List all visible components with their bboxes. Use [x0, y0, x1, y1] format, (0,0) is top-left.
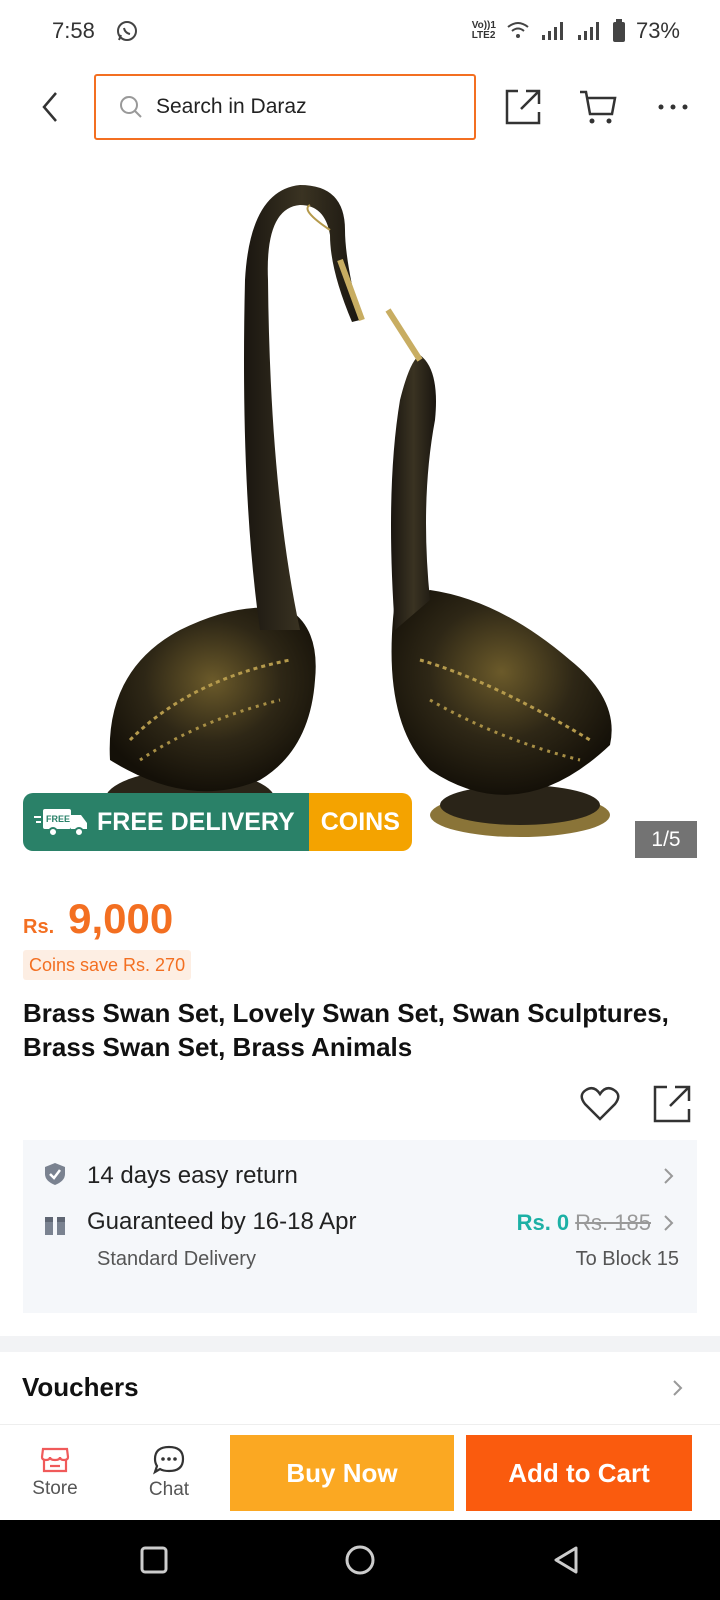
wifi-icon [507, 22, 529, 38]
delivery-fee: Rs. 0 Rs. 185 [517, 1210, 651, 1236]
status-bar: 7:58 Vo))1 LTE2 73% [0, 0, 720, 62]
signal-icon [541, 22, 563, 40]
add-to-cart-button[interactable]: Add to Cart [466, 1435, 692, 1511]
back-button[interactable] [30, 87, 70, 127]
home-button[interactable] [342, 1542, 378, 1578]
delivery-row[interactable]: Guaranteed by 16-18 Apr Rs. 0 Rs. 185 St… [23, 1204, 697, 1304]
whatsapp-icon [116, 21, 137, 41]
share-product-button[interactable] [650, 1082, 694, 1126]
image-counter: 1/5 [635, 821, 697, 858]
chat-icon [153, 1445, 185, 1475]
wishlist-button[interactable] [578, 1082, 622, 1126]
status-time: 7:58 [52, 18, 95, 43]
chevron-right-icon [664, 1215, 674, 1231]
cart-icon [580, 90, 617, 124]
price-currency: Rs. [23, 916, 55, 938]
search-input[interactable] [156, 95, 456, 119]
top-nav [0, 72, 720, 142]
delivery-fee-current: Rs. 0 [516, 1210, 570, 1235]
bottom-action-bar: Store Chat Buy Now Add to Cart [0, 1424, 720, 1520]
back-arrow-icon [42, 92, 57, 122]
store-label: Store [32, 1478, 78, 1499]
more-options-button[interactable] [650, 84, 696, 130]
store-icon [40, 1447, 70, 1473]
delivery-truck-icon: FREE [34, 809, 87, 837]
system-nav-bar [0, 1520, 720, 1600]
section-divider [0, 1336, 720, 1352]
delivery-fee-original: Rs. 185 [575, 1210, 651, 1235]
circle-icon [345, 1545, 375, 1575]
vouchers-label: Vouchers [22, 1372, 139, 1402]
shield-check-icon [45, 1163, 65, 1185]
recent-apps-button[interactable] [136, 1542, 172, 1578]
service-info-card: 14 days easy return Guaranteed by 16-18 … [23, 1140, 697, 1313]
price-amount: 9,000 [68, 895, 174, 942]
gift-box-icon [45, 1217, 65, 1235]
square-icon [140, 1546, 168, 1574]
chevron-right-icon [673, 1380, 683, 1396]
free-delivery-coins-banner: FREE FREE DELIVERY COINS [23, 793, 412, 851]
delivery-destination: To Block 15 [575, 1248, 679, 1270]
chevron-right-icon [664, 1168, 674, 1184]
return-policy-row[interactable]: 14 days easy return [23, 1140, 697, 1210]
vouchers-row[interactable]: Vouchers [0, 1352, 720, 1422]
delivery-guarantee-text: Guaranteed by 16-18 Apr [87, 1208, 357, 1235]
share-icon [653, 1085, 691, 1123]
triangle-back-icon [554, 1546, 578, 1574]
share-button[interactable] [500, 84, 546, 130]
more-icon [658, 104, 688, 110]
price: Rs. 9,000 [23, 895, 173, 943]
free-badge-text: FREE [46, 814, 70, 824]
product-image[interactable] [0, 160, 720, 860]
product-title: Brass Swan Set, Lovely Swan Set, Swan Sc… [23, 998, 669, 1062]
network-type: Vo))1 LTE2 [471, 20, 496, 41]
search-icon [120, 96, 142, 118]
chat-button[interactable]: Chat [124, 1435, 214, 1511]
battery-level: 73% [635, 18, 680, 43]
return-policy-text: 14 days easy return [87, 1162, 298, 1189]
cart-button[interactable] [575, 84, 621, 130]
signal-icon [577, 22, 599, 40]
heart-icon [580, 1086, 620, 1121]
delivery-type: Standard Delivery [97, 1248, 256, 1270]
free-delivery-label: FREE DELIVERY [97, 807, 295, 836]
buy-now-button[interactable]: Buy Now [230, 1435, 454, 1511]
chat-label: Chat [148, 1479, 190, 1500]
store-button[interactable]: Store [10, 1435, 100, 1511]
battery-icon [612, 19, 625, 42]
system-back-button[interactable] [548, 1542, 584, 1578]
share-icon [505, 89, 541, 125]
search-bar[interactable] [94, 74, 476, 140]
coins-save-badge: Coins save Rs. 270 [23, 950, 192, 980]
coins-label: COINS [308, 793, 412, 851]
brass-swan-image [105, 185, 612, 837]
